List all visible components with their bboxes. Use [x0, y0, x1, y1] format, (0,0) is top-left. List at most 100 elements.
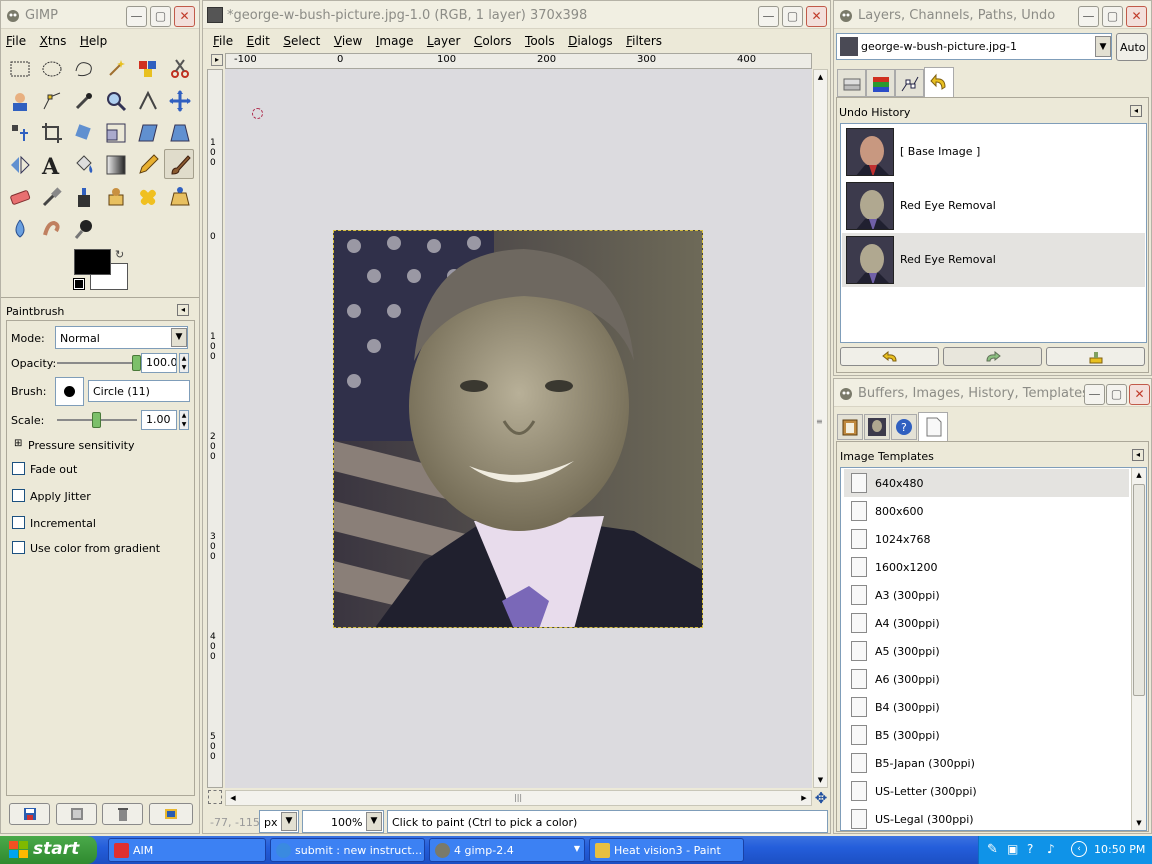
template-row[interactable]: A3 (300ppi) — [844, 581, 1129, 609]
tab-history[interactable]: ? — [891, 414, 917, 440]
template-scroll-thumb[interactable] — [1133, 484, 1145, 696]
task-submit[interactable]: submit : new instruct... — [270, 838, 425, 862]
tool-crop-button[interactable] — [36, 117, 66, 147]
tool-perspective-clone-button[interactable] — [164, 181, 194, 211]
delete-options-button[interactable] — [102, 803, 143, 825]
tool-blend-button[interactable] — [100, 149, 130, 179]
scroll-right-icon[interactable]: ▶ — [797, 791, 811, 805]
template-row[interactable]: A5 (300ppi) — [844, 637, 1129, 665]
navigate-icon[interactable]: ✥ — [813, 790, 829, 806]
tab-layers[interactable] — [837, 69, 866, 97]
scroll-left-icon[interactable]: ◀ — [226, 791, 240, 805]
pressure-sensitivity-label[interactable]: Pressure sensitivity — [28, 439, 134, 452]
menu-dialogs[interactable]: Dialogs — [563, 30, 617, 52]
scroll-down-icon[interactable]: ▼ — [814, 773, 827, 787]
vertical-scrollbar[interactable]: ▲ ≡ ▼ — [813, 69, 828, 788]
maximize-button[interactable]: ▢ — [782, 6, 803, 27]
close-button[interactable]: ✕ — [1129, 384, 1150, 405]
template-row[interactable]: 1024x768 — [844, 525, 1129, 553]
restore-options-button[interactable] — [56, 803, 97, 825]
image-select-dropdown-icon[interactable]: ▼ — [1095, 36, 1111, 57]
tab-images[interactable] — [864, 414, 890, 440]
template-row[interactable]: B5 (300ppi) — [844, 721, 1129, 749]
pressure-expander-icon[interactable]: ⊞ — [14, 438, 22, 449]
clear-history-button[interactable] — [1046, 347, 1145, 366]
mode-select[interactable]: Normal — [55, 326, 188, 349]
scroll-up-icon[interactable]: ▲ — [1132, 468, 1146, 482]
task-gimp[interactable]: 4 gimp-2.4 ▼ — [429, 838, 585, 862]
tool-move-button[interactable] — [164, 85, 194, 115]
tool-clone-button[interactable] — [100, 181, 130, 211]
tool-align-button[interactable] — [4, 117, 34, 147]
image-canvas-area[interactable] — [225, 69, 812, 788]
tab-channels[interactable] — [866, 69, 895, 97]
template-row[interactable]: B4 (300ppi) — [844, 693, 1129, 721]
tool-options-menu-icon[interactable]: ◂ — [177, 304, 189, 316]
tool-flip-button[interactable] — [4, 149, 34, 179]
tool-pencil-button[interactable] — [132, 149, 162, 179]
swap-colors-icon[interactable]: ↻ — [115, 249, 127, 261]
minimize-button[interactable]: — — [1084, 384, 1105, 405]
buffers-dock-titlebar[interactable]: Buffers, Images, History, Templates — ▢ … — [834, 379, 1151, 407]
menu-select[interactable]: Select — [278, 30, 325, 52]
tool-paintbrush-button[interactable] — [164, 149, 194, 179]
image-select[interactable]: george-w-bush-picture.jpg-1 — [836, 33, 1112, 60]
menu-tools[interactable]: Tools — [520, 30, 560, 52]
tab-buffers[interactable] — [837, 414, 863, 440]
maximize-button[interactable]: ▢ — [1102, 6, 1123, 27]
mode-dropdown-icon[interactable]: ▼ — [171, 328, 187, 347]
template-row[interactable]: 800x600 — [844, 497, 1129, 525]
photo-layer[interactable] — [333, 230, 703, 628]
tray-network-icon[interactable]: ▣ — [1007, 842, 1018, 856]
minimize-button[interactable]: — — [1078, 6, 1099, 27]
menu-colors[interactable]: Colors — [469, 30, 517, 52]
menu-arrow-button[interactable]: ▸ — [211, 54, 223, 66]
tab-paths[interactable] — [895, 69, 924, 97]
fade-out-checkbox[interactable] — [12, 462, 25, 475]
tool-fuzzy-select-button[interactable] — [100, 53, 130, 83]
template-row[interactable]: A4 (300ppi) — [844, 609, 1129, 637]
opacity-input[interactable]: 100.0 — [141, 353, 177, 373]
save-options-button[interactable] — [9, 803, 50, 825]
maximize-button[interactable]: ▢ — [1106, 384, 1127, 405]
close-button[interactable]: ✕ — [1126, 6, 1147, 27]
tool-free-select-button[interactable] — [68, 53, 98, 83]
tray-volume-icon[interactable]: ♪ — [1047, 842, 1055, 856]
history-row-selected[interactable]: Red Eye Removal — [842, 233, 1145, 287]
templates-panel-menu-icon[interactable]: ◂ — [1132, 449, 1144, 461]
zoom-dropdown-icon[interactable]: ▼ — [366, 812, 382, 831]
tool-measure-button[interactable] — [132, 85, 162, 115]
scale-slider-handle[interactable] — [92, 412, 101, 428]
opacity-spinner[interactable]: ▲ ▼ — [179, 353, 189, 373]
foreground-color-swatch[interactable] — [74, 249, 111, 275]
undo-panel-menu-icon[interactable]: ◂ — [1130, 105, 1142, 117]
tool-bucket-fill-button[interactable] — [68, 149, 98, 179]
tool-smudge-button[interactable] — [36, 213, 66, 243]
history-row[interactable]: Red Eye Removal — [842, 179, 1145, 233]
menu-xtns[interactable]: Xtns — [35, 30, 72, 52]
quick-mask-icon[interactable] — [208, 790, 222, 804]
template-row[interactable]: B5-Japan (300ppi) — [844, 749, 1129, 777]
tool-foreground-select-button[interactable] — [4, 85, 34, 115]
apply-jitter-checkbox[interactable] — [12, 489, 25, 502]
tool-color-picker-button[interactable] — [68, 85, 98, 115]
menu-edit[interactable]: Edit — [242, 30, 275, 52]
template-row[interactable]: US-Letter (300ppi) — [844, 777, 1129, 805]
template-row[interactable]: US-Legal (300ppi) — [844, 805, 1129, 830]
auto-button[interactable]: Auto — [1116, 33, 1148, 61]
minimize-button[interactable]: — — [126, 6, 147, 27]
scrollbar-grip-icon[interactable]: ≡ — [816, 418, 825, 428]
layers-dock-titlebar[interactable]: Layers, Channels, Paths, Undo — ▢ ✕ — [834, 1, 1151, 29]
scale-input[interactable]: 1.00 — [141, 410, 177, 430]
scroll-down-icon[interactable]: ▼ — [1132, 816, 1146, 830]
task-aim[interactable]: AIM — [108, 838, 266, 862]
tool-scale-button[interactable] — [100, 117, 130, 147]
undo-button[interactable] — [840, 347, 939, 366]
scale-spinner[interactable]: ▲ ▼ — [179, 410, 189, 430]
menu-file[interactable]: File — [1, 30, 31, 52]
menu-image[interactable]: Image — [371, 30, 419, 52]
template-row[interactable]: A6 (300ppi) — [844, 665, 1129, 693]
scroll-up-icon[interactable]: ▲ — [814, 70, 827, 84]
toolbox-titlebar[interactable]: GIMP — ▢ ✕ — [1, 1, 199, 29]
tool-shear-button[interactable] — [132, 117, 162, 147]
